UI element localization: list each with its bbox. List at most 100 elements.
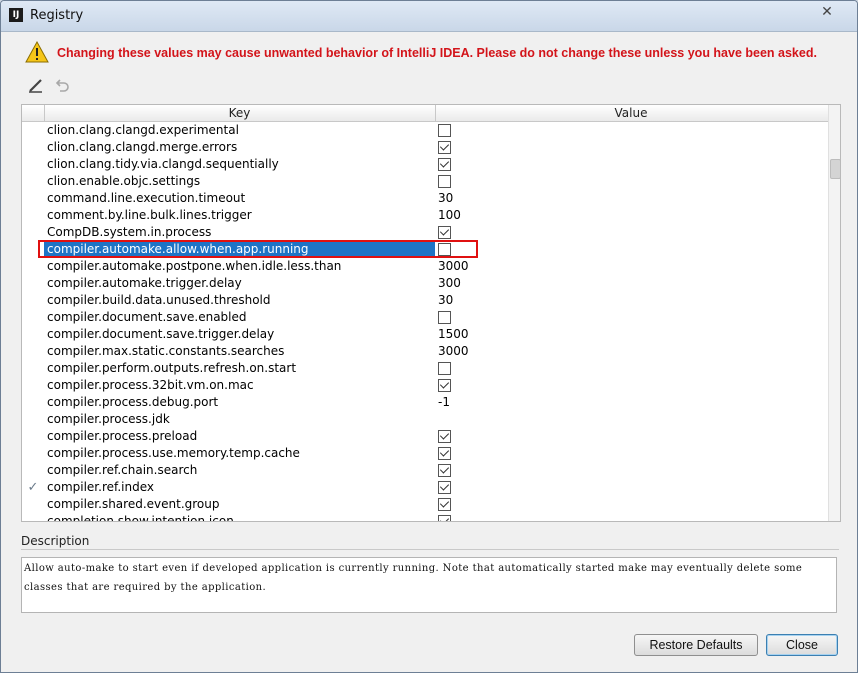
- row-value[interactable]: [435, 479, 828, 496]
- row-value[interactable]: [435, 156, 828, 173]
- row-key[interactable]: clion.clang.tidy.via.clangd.sequentially: [44, 156, 435, 173]
- value-checkbox[interactable]: [438, 464, 451, 477]
- table-row[interactable]: compiler.process.use.memory.temp.cache: [22, 445, 828, 462]
- table-row[interactable]: completion.show.intention.icon: [22, 513, 828, 521]
- edit-pencil-icon[interactable]: [27, 76, 45, 94]
- title-bar[interactable]: IJ Registry ✕: [1, 1, 857, 32]
- table-row[interactable]: compiler.shared.event.group: [22, 496, 828, 513]
- value-checkbox[interactable]: [438, 481, 451, 494]
- table-row[interactable]: compiler.process.jdk: [22, 411, 828, 428]
- row-key[interactable]: comment.by.line.bulk.lines.trigger: [44, 207, 435, 224]
- row-key[interactable]: completion.show.intention.icon: [44, 513, 435, 521]
- row-value[interactable]: [435, 377, 828, 394]
- row-key[interactable]: compiler.ref.chain.search: [44, 462, 435, 479]
- row-value[interactable]: -1: [435, 394, 828, 411]
- table-row[interactable]: clion.clang.clangd.experimental: [22, 122, 828, 139]
- value-checkbox[interactable]: [438, 430, 451, 443]
- table-row[interactable]: compiler.automake.allow.when.app.running: [22, 241, 828, 258]
- row-value[interactable]: [435, 445, 828, 462]
- table-row[interactable]: compiler.build.data.unused.threshold 30: [22, 292, 828, 309]
- row-value[interactable]: [435, 513, 828, 521]
- table-row[interactable]: compiler.process.debug.port -1: [22, 394, 828, 411]
- row-key[interactable]: compiler.shared.event.group: [44, 496, 435, 513]
- row-value[interactable]: 3000: [435, 258, 828, 275]
- row-value[interactable]: [435, 224, 828, 241]
- row-key[interactable]: compiler.automake.postpone.when.idle.les…: [44, 258, 435, 275]
- close-button[interactable]: Close: [766, 634, 838, 656]
- row-key[interactable]: clion.clang.clangd.experimental: [44, 122, 435, 139]
- row-value[interactable]: [435, 428, 828, 445]
- value-checkbox[interactable]: [438, 311, 451, 324]
- row-value[interactable]: 1500: [435, 326, 828, 343]
- close-icon[interactable]: ✕: [805, 3, 849, 21]
- table-row[interactable]: clion.clang.clangd.merge.errors: [22, 139, 828, 156]
- table-row[interactable]: compiler.ref.chain.search: [22, 462, 828, 479]
- row-key[interactable]: compiler.max.static.constants.searches: [44, 343, 435, 360]
- row-value[interactable]: [435, 462, 828, 479]
- row-value[interactable]: [435, 496, 828, 513]
- row-value[interactable]: 100: [435, 207, 828, 224]
- row-key[interactable]: command.line.execution.timeout: [44, 190, 435, 207]
- row-value[interactable]: 30: [435, 190, 828, 207]
- row-value[interactable]: [435, 173, 828, 190]
- value-checkbox[interactable]: [438, 243, 451, 256]
- row-key[interactable]: compiler.process.jdk: [44, 411, 435, 428]
- row-key[interactable]: CompDB.system.in.process: [44, 224, 435, 241]
- table-row[interactable]: compiler.document.save.enabled: [22, 309, 828, 326]
- table-row[interactable]: clion.clang.tidy.via.clangd.sequentially: [22, 156, 828, 173]
- key-column-header[interactable]: Key: [44, 105, 436, 121]
- row-key[interactable]: compiler.process.preload: [44, 428, 435, 445]
- table-row[interactable]: compiler.process.preload: [22, 428, 828, 445]
- row-value[interactable]: [435, 241, 828, 258]
- value-checkbox[interactable]: [438, 498, 451, 511]
- table-row[interactable]: clion.enable.objc.settings: [22, 173, 828, 190]
- row-key[interactable]: compiler.process.use.memory.temp.cache: [44, 445, 435, 462]
- restore-defaults-button[interactable]: Restore Defaults: [634, 634, 758, 656]
- value-checkbox[interactable]: [438, 362, 451, 375]
- row-key[interactable]: compiler.document.save.enabled: [44, 309, 435, 326]
- value-checkbox[interactable]: [438, 141, 451, 154]
- row-key[interactable]: compiler.build.data.unused.threshold: [44, 292, 435, 309]
- row-value[interactable]: [435, 122, 828, 139]
- row-key[interactable]: compiler.perform.outputs.refresh.on.star…: [44, 360, 435, 377]
- table-row[interactable]: ✓ compiler.ref.index: [22, 479, 828, 496]
- row-value[interactable]: 30: [435, 292, 828, 309]
- table-row[interactable]: compiler.perform.outputs.refresh.on.star…: [22, 360, 828, 377]
- table-row[interactable]: compiler.process.32bit.vm.on.mac: [22, 377, 828, 394]
- value-column-header[interactable]: Value: [435, 105, 827, 121]
- row-marker: [22, 207, 44, 224]
- table-row[interactable]: comment.by.line.bulk.lines.trigger 100: [22, 207, 828, 224]
- row-key[interactable]: compiler.automake.trigger.delay: [44, 275, 435, 292]
- row-value[interactable]: [435, 309, 828, 326]
- row-key[interactable]: compiler.process.debug.port: [44, 394, 435, 411]
- table-row[interactable]: compiler.document.save.trigger.delay 1500: [22, 326, 828, 343]
- row-key[interactable]: clion.clang.clangd.merge.errors: [44, 139, 435, 156]
- row-key[interactable]: compiler.automake.allow.when.app.running: [44, 241, 435, 258]
- row-value[interactable]: [435, 360, 828, 377]
- vertical-scrollbar[interactable]: [828, 105, 840, 521]
- revert-undo-icon[interactable]: [53, 76, 71, 94]
- row-value[interactable]: [435, 139, 828, 156]
- row-key[interactable]: clion.enable.objc.settings: [44, 173, 435, 190]
- row-key[interactable]: compiler.document.save.trigger.delay: [44, 326, 435, 343]
- value-checkbox[interactable]: [438, 158, 451, 171]
- value-checkbox[interactable]: [438, 515, 451, 521]
- table-row[interactable]: command.line.execution.timeout 30: [22, 190, 828, 207]
- row-value[interactable]: [435, 411, 828, 428]
- table-row[interactable]: compiler.automake.postpone.when.idle.les…: [22, 258, 828, 275]
- registry-table[interactable]: Key Value clion.clang.clangd.experimenta…: [21, 104, 841, 522]
- row-marker: [22, 139, 44, 156]
- value-checkbox[interactable]: [438, 124, 451, 137]
- row-value[interactable]: 3000: [435, 343, 828, 360]
- row-key[interactable]: compiler.process.32bit.vm.on.mac: [44, 377, 435, 394]
- value-checkbox[interactable]: [438, 175, 451, 188]
- table-row[interactable]: compiler.automake.trigger.delay 300: [22, 275, 828, 292]
- table-row[interactable]: compiler.max.static.constants.searches 30…: [22, 343, 828, 360]
- row-key[interactable]: compiler.ref.index: [44, 479, 435, 496]
- value-checkbox[interactable]: [438, 379, 451, 392]
- table-row[interactable]: CompDB.system.in.process: [22, 224, 828, 241]
- row-value[interactable]: 300: [435, 275, 828, 292]
- scrollbar-thumb[interactable]: [830, 159, 840, 179]
- value-checkbox[interactable]: [438, 447, 451, 460]
- value-checkbox[interactable]: [438, 226, 451, 239]
